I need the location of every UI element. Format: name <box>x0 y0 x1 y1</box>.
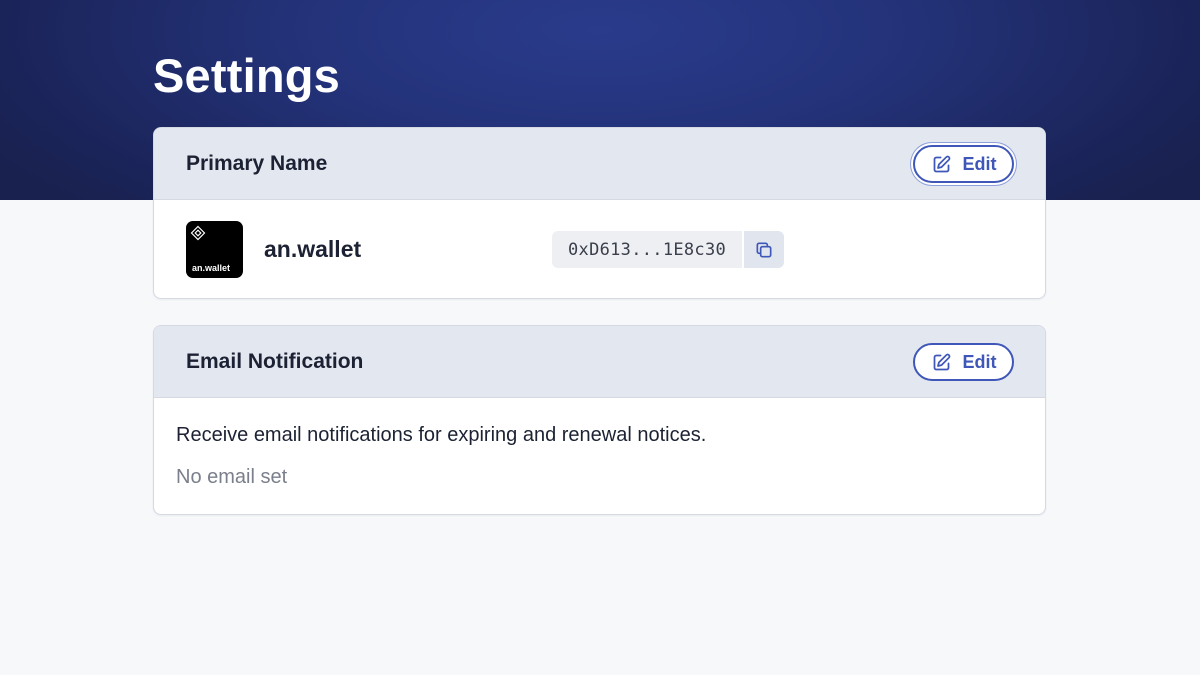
primary-name-card: Primary Name Edit an.wallet an.wallet 0x… <box>153 127 1046 299</box>
email-notification-card: Email Notification Edit Receive email no… <box>153 325 1046 515</box>
edit-icon <box>931 352 952 373</box>
email-notification-description: Receive email notifications for expiring… <box>176 424 707 446</box>
primary-name-edit-label: Edit <box>962 153 997 174</box>
page-title: Settings <box>153 49 341 102</box>
primary-name-value: an.wallet <box>264 236 362 262</box>
edit-icon <box>931 154 952 175</box>
address-chip: 0xD613...1E8c30 <box>552 231 785 268</box>
avatar-label: an.wallet <box>192 263 231 273</box>
wallet-address: 0xD613...1E8c30 <box>552 231 743 268</box>
primary-name-card-title: Primary Name <box>186 152 328 175</box>
email-status: No email set <box>176 466 288 488</box>
primary-name-edit-button[interactable]: Edit <box>913 145 1014 183</box>
copy-icon <box>754 240 774 260</box>
copy-address-button[interactable] <box>744 231 785 268</box>
email-notification-edit-label: Edit <box>962 351 997 372</box>
avatar: an.wallet <box>186 221 243 278</box>
primary-name-card-header: Primary Name Edit <box>154 128 1045 200</box>
email-notification-edit-button[interactable]: Edit <box>913 343 1014 381</box>
email-notification-card-title: Email Notification <box>186 350 364 373</box>
email-notification-card-header: Email Notification Edit <box>154 326 1045 398</box>
